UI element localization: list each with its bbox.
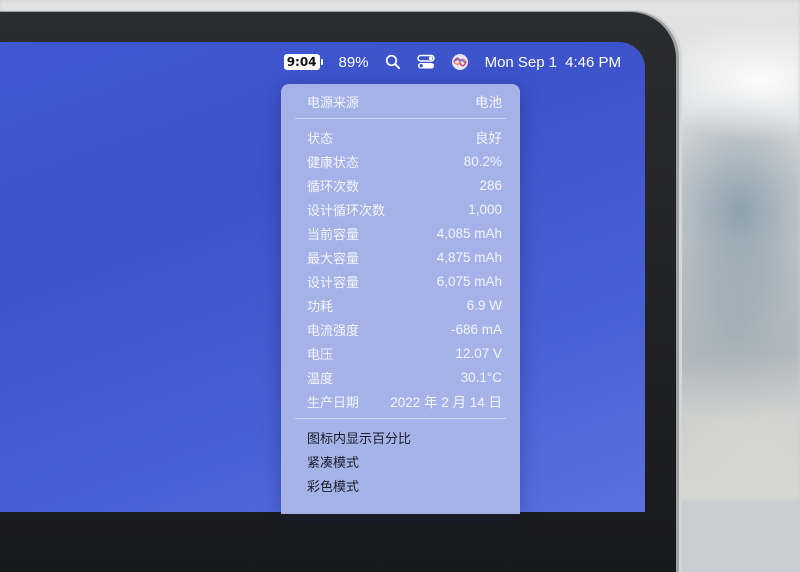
info-label: 最大容量 [307,251,360,267]
power-source-row: 电源来源 电池 [281,89,520,113]
info-value: 4,085 mAh [436,225,502,241]
menubar-date: Mon Sep 1 [484,53,558,71]
info-value: -686 mA [450,321,502,337]
battery-dropdown-menu: 电源来源 电池 状态 良好 健康状态 80.2% 循环次数 286 设计循环次数… [281,84,520,514]
info-row-amperage: 电流强度 -686 mA [281,317,520,341]
info-row-temperature: 温度 30.1°C [281,365,520,389]
info-value: 2022 年 2 月 14 日 [390,395,502,410]
date-time[interactable]: Mon Sep 1 4:46 PM [477,42,629,82]
info-label: 电压 [307,347,334,363]
battery-time: 9:04 [283,54,320,70]
power-source-value: 电池 [475,95,502,110]
control-center-button[interactable] [409,42,443,82]
info-row-health: 健康状态 80.2% [281,149,520,173]
info-value: 6,075 mAh [436,273,502,289]
power-source-label: 电源来源 [307,95,360,111]
info-value: 30.1°C [460,369,502,385]
info-value: 良好 [475,131,502,146]
info-label: 功耗 [307,299,334,315]
battery-menu-extra[interactable]: 9:04 [276,42,331,82]
info-row-max-capacity: 最大容量 4,875 mAh [281,245,520,269]
menu-item-compact-mode[interactable]: 紧凑模式 [281,449,520,473]
menu-separator [295,118,506,119]
info-row-design-capacity: 设计容量 6,075 mAh [281,269,520,293]
info-value: 12.07 V [455,345,502,361]
info-value: 4,875 mAh [436,249,502,265]
info-label: 健康状态 [307,155,360,171]
search-icon [385,54,400,70]
info-label: 设计容量 [307,275,360,291]
control-center-icon [416,54,435,69]
menu-bar: 9:04 89% Mon Sep 1 4:46 PM [0,42,645,82]
info-label: 设计循环次数 [307,203,386,219]
menu-item-color-mode[interactable]: 彩色模式 [281,473,520,497]
siri-icon [451,54,468,70]
siri-button[interactable] [443,42,477,82]
info-label: 状态 [307,131,334,147]
info-value: 6.9 W [466,297,502,313]
battery-icon: 9:04 [283,54,323,70]
info-row-voltage: 电压 12.07 V [281,341,520,365]
info-label: 循环次数 [307,179,360,195]
info-label: 温度 [307,371,334,387]
info-value: 286 [479,177,502,193]
info-label: 电流强度 [307,323,360,339]
menu-item-show-percent-in-icon[interactable]: 图标内显示百分比 [281,425,520,449]
info-label: 生产日期 [307,395,360,411]
info-value: 80.2% [463,153,502,169]
info-row-design-cycles: 设计循环次数 1,000 [281,197,520,221]
info-row-manufacture-date: 生产日期 2022 年 2 月 14 日 [281,389,520,413]
menubar-time: 4:46 PM [565,53,621,71]
info-value: 1,000 [468,201,502,217]
info-row-current-capacity: 当前容量 4,085 mAh [281,221,520,245]
info-row-cycle-count: 循环次数 286 [281,173,520,197]
spotlight-button[interactable] [377,42,409,82]
menu-separator [295,418,506,419]
info-row-power: 功耗 6.9 W [281,293,520,317]
battery-percent[interactable]: 89% [331,42,377,82]
info-label: 当前容量 [307,227,360,243]
info-row-status: 状态 良好 [281,125,520,149]
